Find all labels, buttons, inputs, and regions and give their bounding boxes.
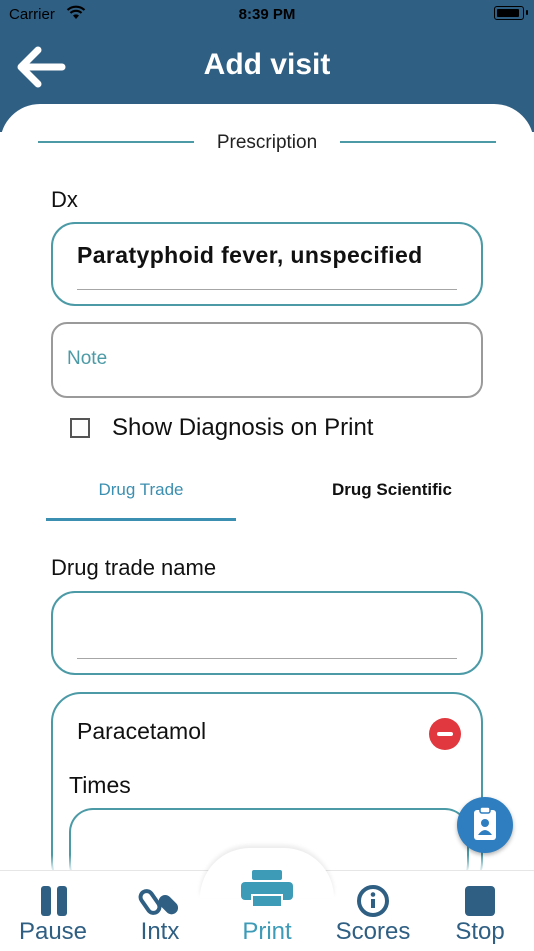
page-title: Add visit <box>203 48 331 81</box>
drug-name: Paracetamol <box>77 718 207 744</box>
divider-right <box>340 141 496 143</box>
dx-field[interactable]: Paratyphoid fever, unspecified <box>51 222 483 306</box>
tab-drug-scientific[interactable]: Drug Scientific <box>300 480 484 500</box>
remove-drug-button[interactable] <box>429 718 461 750</box>
nav-print-label: Print <box>242 918 292 945</box>
nav-scores-label: Scores <box>335 918 411 945</box>
drug-trade-label: Drug trade name <box>51 555 217 580</box>
times-label: Times <box>69 772 131 798</box>
nav-intx-label: Intx <box>140 918 180 945</box>
tab-drug-trade[interactable]: Drug Trade <box>46 480 236 500</box>
tab-indicator <box>46 518 236 521</box>
status-time: 8:39 PM <box>238 6 296 23</box>
pills-icon <box>138 889 179 915</box>
note-placeholder: Note <box>67 348 108 369</box>
dx-label: Dx <box>51 187 78 212</box>
pause-icon <box>41 886 67 916</box>
section-title: Prescription <box>216 132 318 153</box>
status-bar: Carrier 8:39 PM <box>0 0 534 28</box>
drug-trade-underline <box>77 657 457 659</box>
show-diagnosis-label: Show Diagnosis on Print <box>112 414 374 441</box>
printer-icon <box>241 870 293 906</box>
note-field[interactable]: Note <box>51 322 483 398</box>
clipboard-user-icon <box>474 806 496 840</box>
battery-icon <box>494 6 524 20</box>
dx-value: Paratyphoid fever, unspecified <box>77 242 423 268</box>
dx-underline <box>77 288 457 290</box>
nav-stop-label: Stop <box>455 918 505 945</box>
show-diagnosis-checkbox[interactable] <box>70 418 90 438</box>
battery-tip <box>526 10 528 15</box>
nav-pause-label: Pause <box>18 918 88 945</box>
clipboard-fab-button[interactable] <box>457 797 513 853</box>
drug-trade-field[interactable] <box>51 591 483 675</box>
stop-icon <box>465 886 495 916</box>
info-icon <box>357 885 389 917</box>
